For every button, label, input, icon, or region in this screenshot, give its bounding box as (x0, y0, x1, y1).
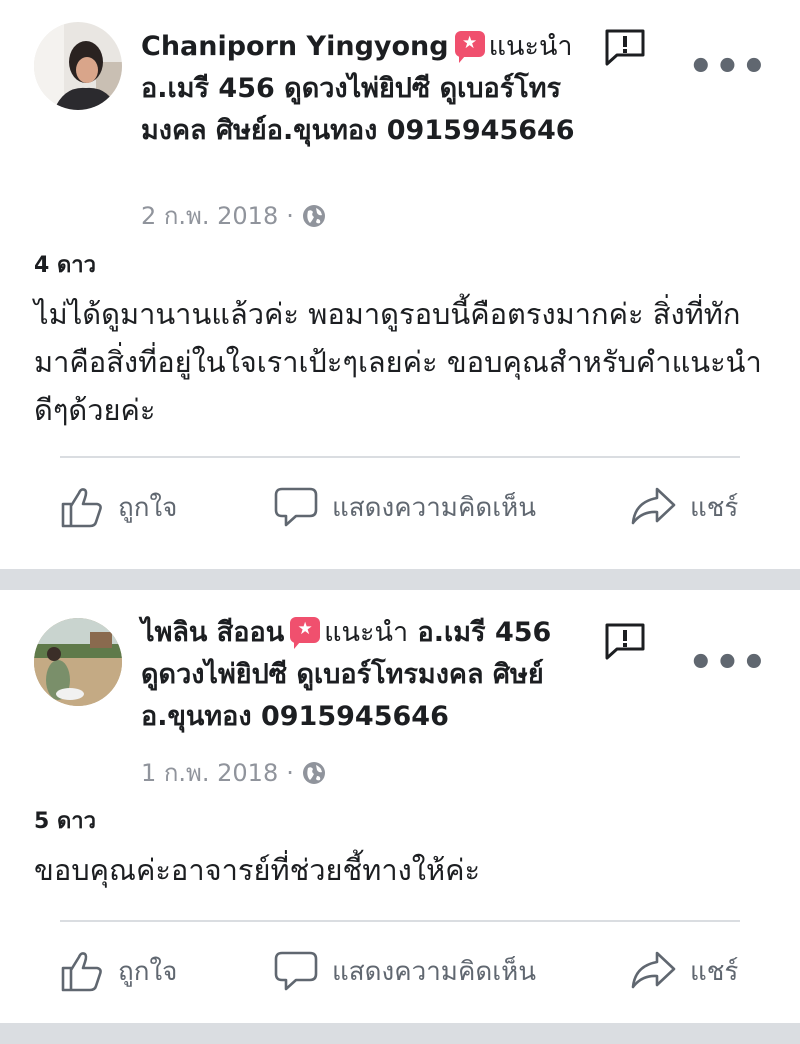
review-text: ไม่ได้ดูมานานแล้วค่ะ พอมาดูรอบนี้คือตรงม… (34, 297, 762, 427)
comment-icon (274, 951, 318, 991)
more-options-icon[interactable]: ••• (688, 643, 768, 683)
review-date[interactable]: 1 ก.พ. 2018 (141, 753, 278, 792)
recommends-label: แนะนำ (488, 31, 573, 62)
review-card: Chaniporn Yingyong ★ แนะนำ อ.เมรี 456 ดูดว… (0, 0, 800, 569)
review-header: ไพลิน สีออน ★ แนะนำ อ.เมรี 456 ดูดวงไพ่ยิป… (141, 612, 581, 738)
recommend-badge-icon: ★ (454, 31, 485, 63)
recommends-label: แนะนำ (324, 617, 409, 648)
review-card: ไพลิน สีออน ★ แนะนำ อ.เมรี 456 ดูดวงไพ่ยิป… (0, 590, 800, 1023)
globe-icon (302, 204, 326, 228)
globe-icon (302, 761, 326, 785)
review-text: ขอบคุณค่ะอาจารย์ที่ช่วยชี้ทางให้ค่ะ (34, 853, 481, 887)
share-label: แชร์ (690, 492, 739, 523)
comment-label: แสดงความคิดเห็น (332, 492, 537, 523)
section-divider (0, 569, 800, 590)
like-label: ถูกใจ (118, 492, 178, 523)
section-divider (0, 1023, 800, 1044)
avatar[interactable] (34, 22, 122, 110)
comment-button[interactable]: แสดงความคิดเห็น (274, 946, 536, 996)
like-icon (61, 952, 102, 992)
share-icon (631, 487, 676, 525)
review-meta: 2 ก.พ. 2018 · (141, 196, 326, 235)
review-header: Chaniporn Yingyong ★ แนะนำ อ.เมรี 456 ดูดว… (141, 26, 581, 152)
action-bar: ถูกใจ แสดงความคิดเห็น แชร์ (0, 946, 800, 1006)
like-button[interactable]: ถูกใจ (60, 482, 177, 532)
meta-separator: · (286, 201, 294, 230)
like-icon (61, 488, 102, 528)
page-name[interactable]: อ.เมรี 456 ดูดวงไพ่ยิปซี ดูเบอร์โทรมงคล … (141, 73, 575, 146)
share-button[interactable]: แชร์ (630, 482, 738, 532)
star-rating: 4 ดาว (34, 253, 96, 278)
reviewer-name[interactable]: Chaniporn Yingyong (141, 31, 449, 62)
more-options-icon[interactable]: ••• (688, 47, 768, 87)
report-icon[interactable] (603, 621, 647, 661)
comment-button[interactable]: แสดงความคิดเห็น (274, 482, 536, 532)
review-meta: 1 ก.พ. 2018 · (141, 753, 326, 792)
reviewer-name[interactable]: ไพลิน สีออน (141, 617, 284, 648)
like-button[interactable]: ถูกใจ (60, 946, 177, 996)
divider (60, 920, 740, 922)
like-label: ถูกใจ (118, 956, 178, 987)
divider (60, 456, 740, 458)
comment-icon (274, 487, 318, 527)
action-bar: ถูกใจ แสดงความคิดเห็น แชร์ (0, 482, 800, 542)
review-date[interactable]: 2 ก.พ. 2018 (141, 196, 278, 235)
recommend-badge-icon: ★ (290, 617, 321, 649)
share-button[interactable]: แชร์ (630, 946, 738, 996)
report-icon[interactable] (603, 27, 647, 67)
star-rating: 5 ดาว (34, 809, 96, 834)
share-label: แชร์ (690, 956, 739, 987)
share-icon (631, 951, 676, 989)
meta-separator: · (286, 758, 294, 787)
avatar[interactable] (34, 618, 122, 706)
comment-label: แสดงความคิดเห็น (332, 956, 537, 987)
